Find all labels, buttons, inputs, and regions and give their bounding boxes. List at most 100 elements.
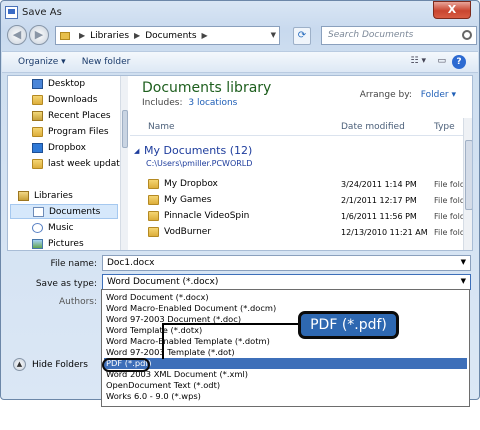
type-option[interactable]: Word Macro-Enabled Document (*.docm) [104, 303, 467, 314]
hide-folders-label: Hide Folders [32, 359, 88, 370]
file-row[interactable]: Pinnacle VideoSpin 1/6/2011 11:56 PM Fil… [130, 209, 472, 224]
breadcrumb-arrow-icon: ▶ [79, 31, 86, 40]
documents-icon [33, 206, 44, 217]
nav-label: Music [48, 222, 74, 233]
column-header-name[interactable]: Name [148, 122, 175, 132]
nav-item-documents[interactable]: Documents [10, 204, 118, 219]
desktop-icon [32, 78, 43, 89]
column-header-date[interactable]: Date modified [341, 122, 405, 132]
folder-icon [148, 179, 159, 189]
collapse-group-icon[interactable]: ◢ [134, 147, 139, 155]
libraries-icon [18, 190, 29, 201]
nav-label: Pictures [48, 238, 84, 249]
file-name-label: File name: [50, 259, 97, 269]
back-button[interactable]: ◀ [7, 25, 27, 45]
nav-item-music[interactable]: Music [32, 220, 74, 235]
file-row[interactable]: My Games 2/1/2011 12:17 PM File fold [130, 193, 472, 208]
breadcrumb-documents[interactable]: Documents [145, 31, 196, 41]
type-option[interactable]: Word 97-2003 Template (*.dot) [104, 347, 467, 358]
file-list-scrollbar[interactable] [463, 118, 472, 250]
folder-icon [32, 126, 43, 137]
breadcrumb-libraries[interactable]: Libraries [90, 31, 129, 41]
app-icon [5, 5, 18, 19]
file-name-field[interactable]: Doc1.docx ▼ [102, 255, 471, 271]
arrange-label: Arrange by: [359, 90, 412, 100]
scrollbar-thumb[interactable] [465, 140, 472, 210]
nav-label: Documents [49, 206, 101, 217]
type-option[interactable]: Works 6.0 - 9.0 (*.wps) [104, 391, 467, 402]
search-placeholder: Search Documents [328, 30, 414, 40]
save-as-type-dropdown-list: Word Document (*.docx) Word Macro-Enable… [101, 289, 470, 407]
forward-button[interactable]: ▶ [29, 25, 49, 45]
views-icon[interactable]: ☷ ▾ [411, 56, 426, 66]
type-option[interactable]: Word 2003 XML Document (*.xml) [104, 369, 467, 380]
nav-label: Program Files [48, 126, 109, 137]
save-as-type-value: Word Document (*.docx) [107, 277, 219, 287]
folder-icon [60, 31, 70, 40]
file-name: VodBurner [164, 227, 212, 237]
nav-label: Libraries [34, 190, 73, 201]
navigation-pane: Desktop Downloads Recent Places Program … [8, 76, 128, 250]
title-bar: Save As [5, 4, 62, 20]
refresh-button[interactable]: ⟳ [293, 27, 311, 45]
address-dropdown-icon[interactable]: ▼ [271, 31, 276, 39]
address-bar[interactable]: ▶ Libraries ▶ Documents ▶ ▼ [55, 26, 280, 45]
nav-label: Downloads [48, 94, 98, 105]
arrange-by: Arrange by: Folder ▾ [360, 90, 456, 100]
preview-pane-icon[interactable]: ▭ [437, 56, 446, 66]
search-icon [462, 30, 472, 40]
nav-item-pictures[interactable]: Pictures [32, 236, 84, 250]
folder-icon [32, 158, 43, 169]
folder-icon [32, 94, 43, 105]
chevron-up-icon: ▲ [13, 358, 26, 371]
file-row[interactable]: VodBurner 12/13/2010 11:21 AM File fold [130, 225, 472, 240]
organize-button[interactable]: Organize ▾ [18, 57, 66, 67]
pdf-callout: PDF (*.pdf) [298, 311, 399, 339]
column-header-type[interactable]: Type [434, 122, 455, 132]
type-option[interactable]: OpenDocument Text (*.odt) [104, 380, 467, 391]
nav-item-recent-places[interactable]: Recent Places [32, 108, 111, 123]
nav-label: Recent Places [48, 110, 111, 121]
breadcrumb-arrow-icon: ▶ [201, 31, 208, 40]
nav-item-dropbox[interactable]: Dropbox [32, 140, 86, 155]
type-option[interactable]: Word Template (*.dotx) [104, 325, 467, 336]
type-option[interactable]: Word Macro-Enabled Template (*.dotm) [104, 336, 467, 347]
authors-label: Authors: [58, 297, 97, 307]
browser-area: Desktop Downloads Recent Places Program … [7, 75, 473, 251]
navigation-bar: ◀ ▶ ▶ Libraries ▶ Documents ▶ ▼ ⟳ Search… [5, 23, 477, 47]
locations-link[interactable]: 3 locations [188, 98, 237, 108]
file-row[interactable]: My Dropbox 3/24/2011 1:14 PM File fold [130, 177, 472, 192]
hide-folders-button[interactable]: ▲ Hide Folders [13, 358, 88, 371]
new-folder-button[interactable]: New folder [82, 57, 131, 67]
nav-item-program-files[interactable]: Program Files [32, 124, 109, 139]
command-toolbar: Organize ▾ New folder ☷ ▾ ▭ ? [2, 51, 478, 73]
navigation-scrollbar[interactable] [120, 76, 128, 250]
file-list-pane: Documents library Includes: 3 locations … [130, 76, 472, 250]
save-as-type-select[interactable]: Word Document (*.docx) ▼ [102, 274, 471, 290]
nav-item-desktop[interactable]: Desktop [32, 76, 85, 91]
scrollbar-thumb[interactable] [122, 110, 128, 148]
nav-item-downloads[interactable]: Downloads [32, 92, 97, 107]
type-option[interactable]: Word Document (*.docx) [104, 292, 467, 303]
chevron-down-icon[interactable]: ▼ [461, 277, 466, 285]
column-headers: Name Date modified Type [130, 118, 472, 136]
recent-places-icon [32, 110, 43, 121]
callout-leader-line [162, 323, 299, 325]
file-name-value: Doc1.docx [107, 258, 155, 268]
music-icon [32, 222, 43, 233]
breadcrumb-arrow-icon: ▶ [134, 31, 141, 40]
nav-item-last-week-update[interactable]: last week update [32, 156, 125, 171]
search-input[interactable]: Search Documents [321, 26, 477, 45]
nav-label: Desktop [48, 78, 86, 89]
help-icon[interactable]: ? [452, 55, 466, 69]
group-header[interactable]: My Documents (12) [144, 144, 252, 157]
file-type: File fold [434, 212, 465, 221]
file-date: 3/24/2011 1:14 PM [341, 180, 417, 189]
close-button[interactable]: X [433, 1, 471, 19]
nav-item-libraries[interactable]: Libraries [18, 188, 73, 203]
type-option-selected[interactable]: PDF (*.pdf) [104, 358, 467, 369]
chevron-down-icon[interactable]: ▼ [461, 258, 466, 266]
window-title: Save As [22, 6, 62, 18]
file-name: My Dropbox [164, 179, 218, 189]
arrange-by-dropdown[interactable]: Folder ▾ [421, 90, 456, 100]
